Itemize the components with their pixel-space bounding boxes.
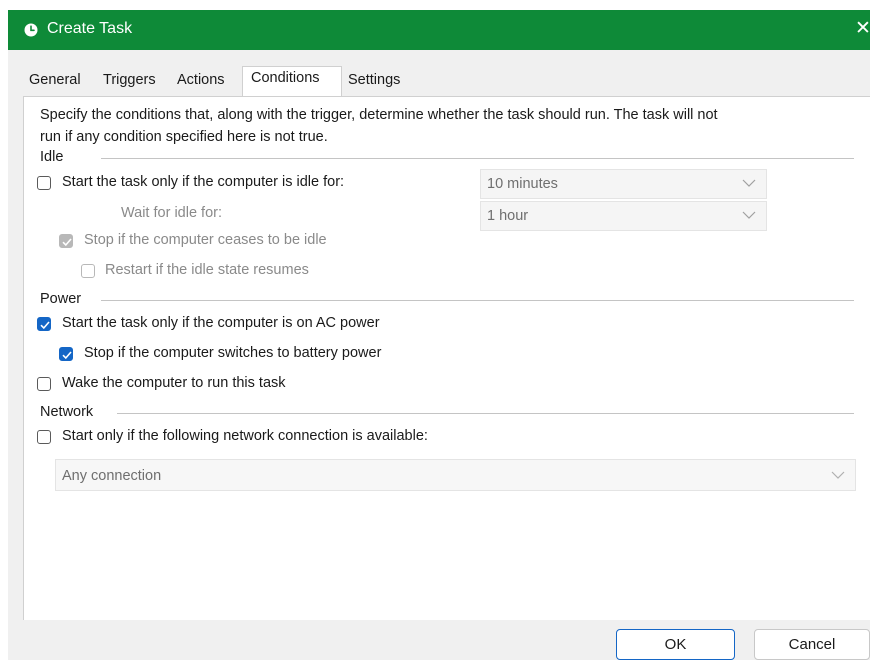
cancel-button[interactable]: Cancel	[754, 629, 870, 660]
idle-duration-combo[interactable]: 10 minutes	[480, 169, 767, 199]
checkmark-icon	[40, 321, 50, 330]
wait-duration-combo[interactable]: 1 hour	[480, 201, 767, 231]
tab-general[interactable]: General	[29, 72, 81, 94]
ac-power-checkbox[interactable]	[37, 317, 51, 331]
tab-actions[interactable]: Actions	[177, 72, 225, 94]
tab-settings[interactable]: Settings	[348, 72, 400, 94]
stop-if-not-idle-label[interactable]: Stop if the computer ceases to be idle	[84, 232, 327, 248]
chevron-down-icon	[742, 179, 756, 187]
title-bar[interactable]: Create Task ✕	[8, 10, 870, 50]
clock-icon	[24, 23, 38, 37]
network-group-label: Network	[40, 404, 94, 420]
idle-group-label: Idle	[40, 149, 64, 165]
power-group-label: Power	[40, 291, 82, 307]
network-connection-value: Any connection	[62, 468, 162, 484]
stop-on-battery-checkbox[interactable]	[59, 347, 73, 361]
wake-computer-label[interactable]: Wake the computer to run this task	[62, 375, 286, 391]
wait-duration-value: 1 hour	[487, 208, 529, 224]
window-title: Create Task	[47, 20, 133, 37]
chevron-down-icon	[831, 471, 845, 479]
window-edge	[0, 0, 8, 660]
wait-for-idle-label: Wait for idle for:	[121, 205, 222, 221]
idle-duration-value: 10 minutes	[487, 176, 558, 192]
network-condition-checkbox[interactable]	[37, 430, 51, 444]
network-connection-combo[interactable]: Any connection	[55, 459, 856, 491]
stop-if-not-idle-checkbox[interactable]	[59, 234, 73, 248]
power-group-divider	[101, 300, 854, 301]
tab-triggers[interactable]: Triggers	[103, 72, 156, 94]
restart-if-idle-label[interactable]: Restart if the idle state resumes	[105, 262, 309, 278]
start-if-idle-label[interactable]: Start the task only if the computer is i…	[62, 174, 344, 190]
network-condition-label[interactable]: Start only if the following network conn…	[62, 428, 428, 444]
restart-if-idle-checkbox[interactable]	[81, 264, 95, 278]
ok-button[interactable]: OK	[616, 629, 735, 660]
stop-on-battery-label[interactable]: Stop if the computer switches to battery…	[84, 345, 381, 361]
start-if-idle-checkbox[interactable]	[37, 176, 51, 190]
chevron-down-icon	[742, 211, 756, 219]
ac-power-label[interactable]: Start the task only if the computer is o…	[62, 315, 380, 331]
tab-conditions[interactable]: Conditions	[251, 70, 320, 92]
close-icon[interactable]: ✕	[855, 19, 870, 39]
idle-group-divider	[101, 158, 854, 159]
wake-computer-checkbox[interactable]	[37, 377, 51, 391]
checkmark-icon	[62, 351, 72, 360]
description-line-1: Specify the conditions that, along with …	[40, 107, 718, 123]
description-line-2: run if any condition specified here is n…	[40, 129, 328, 145]
network-group-divider	[117, 413, 854, 414]
checkmark-icon	[62, 238, 72, 247]
